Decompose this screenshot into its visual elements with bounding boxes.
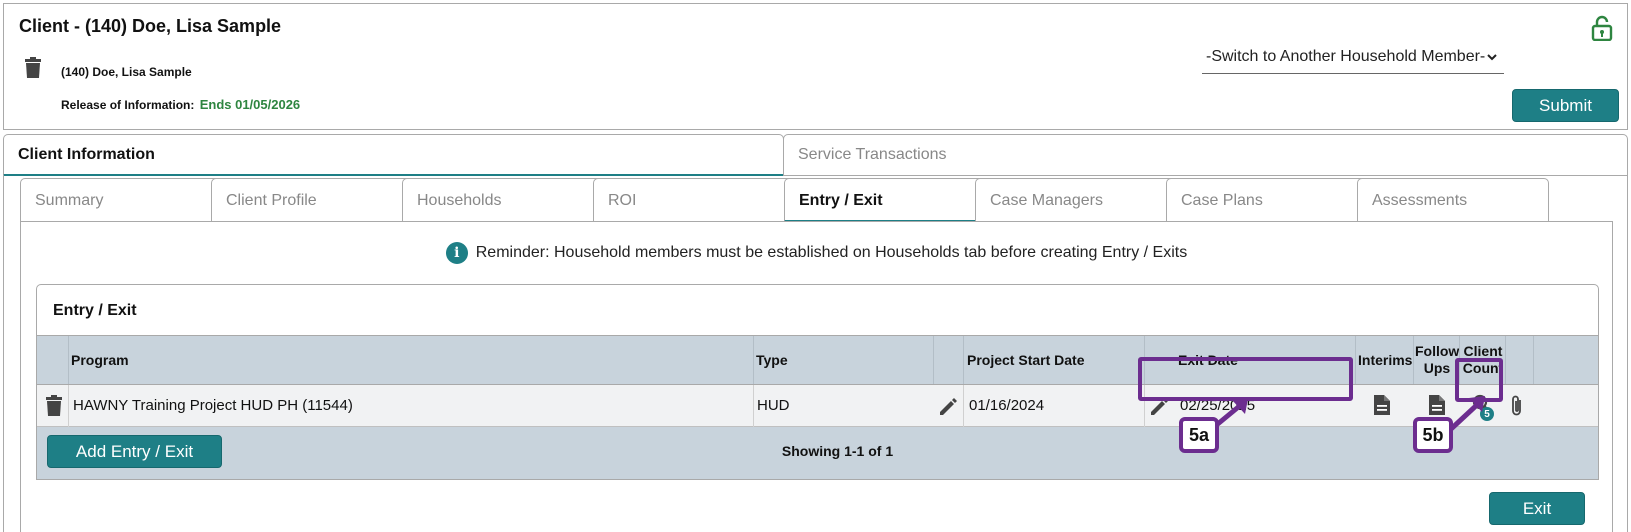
col-follow-ups-line1: Follow — [1415, 343, 1460, 359]
roi-status: Release of Information: Ends 01/05/2026 — [61, 97, 300, 112]
edit-start-date-pencil-icon[interactable] — [937, 396, 959, 418]
reminder-message: i Reminder: Household members must be es… — [21, 242, 1612, 264]
col-type[interactable]: Type — [756, 352, 788, 368]
tab-client-information[interactable]: Client Information — [3, 134, 784, 176]
info-icon: i — [445, 242, 468, 264]
top-tabs: Client Information Service Transactions — [3, 134, 1628, 176]
table-header: Program Type Project Start Date Exit Dat… — [37, 335, 1598, 385]
exit-button[interactable]: Exit — [1489, 492, 1585, 525]
tab-roi[interactable]: ROI — [593, 178, 793, 222]
delete-entry-icon[interactable] — [45, 395, 63, 417]
tab-service-transactions[interactable]: Service Transactions — [783, 134, 1628, 176]
pagination-info: Showing 1-1 of 1 — [781, 443, 894, 459]
chevron-down-icon — [1486, 51, 1498, 63]
interims-document-icon[interactable] — [1373, 394, 1391, 416]
delete-client-icon[interactable] — [24, 57, 42, 79]
attachment-paperclip-icon[interactable] — [1509, 394, 1525, 418]
entry-exit-title: Entry / Exit — [53, 302, 137, 319]
col-follow-ups-line2: Ups — [1423, 360, 1451, 376]
follow-ups-document-icon[interactable] — [1428, 394, 1446, 416]
table-row[interactable]: HAWNY Training Project HUD PH (11544) HU… — [37, 385, 1598, 427]
callout-5b: 5b — [1413, 417, 1453, 453]
tab-assessments[interactable]: Assessments — [1357, 178, 1549, 222]
household-member-selected: -Switch to Another Household Member- — [1206, 47, 1486, 65]
col-follow-ups: Follow Ups — [1415, 343, 1459, 377]
col-project-start-date[interactable]: Project Start Date — [967, 352, 1084, 368]
roi-label: Release of Information: — [61, 98, 195, 112]
callout-5a: 5a — [1179, 417, 1219, 453]
tab-households[interactable]: Households — [402, 178, 602, 222]
row-program[interactable]: HAWNY Training Project HUD PH (11544) — [73, 397, 353, 414]
entry-exit-panel: i Reminder: Household members must be es… — [20, 221, 1613, 532]
client-information-panel: Summary Client Profile Households ROI En… — [3, 175, 1628, 532]
col-interims: Interims — [1358, 352, 1413, 368]
table-footer: Add Entry / Exit Showing 1-1 of 1 — [37, 427, 1598, 479]
window-title: Client - (140) Doe, Lisa Sample — [19, 16, 282, 36]
entry-exit-table-box: Entry / Exit Program Type Project Start … — [36, 284, 1599, 480]
tab-entry-exit[interactable]: Entry / Exit — [784, 178, 984, 222]
client-name: (140) Doe, Lisa Sample — [61, 65, 192, 79]
household-member-select[interactable]: -Switch to Another Household Member- — [1202, 40, 1504, 74]
col-program[interactable]: Program — [71, 352, 129, 368]
unlock-icon[interactable] — [1591, 15, 1613, 41]
reminder-text: Reminder: Household members must be esta… — [475, 244, 1188, 261]
submit-button[interactable]: Submit — [1512, 89, 1619, 122]
roi-value: Ends 01/05/2026 — [199, 97, 301, 112]
tab-client-profile[interactable]: Client Profile — [211, 178, 411, 222]
sub-tabs: Summary Client Profile Households ROI En… — [20, 178, 1613, 222]
row-project-start-date: 01/16/2024 — [969, 397, 1045, 414]
tab-summary[interactable]: Summary — [20, 178, 220, 222]
row-type: HUD — [757, 397, 790, 414]
tab-case-plans[interactable]: Case Plans — [1166, 178, 1366, 222]
tab-case-managers[interactable]: Case Managers — [975, 178, 1175, 222]
highlight-exit-date — [1138, 357, 1353, 401]
